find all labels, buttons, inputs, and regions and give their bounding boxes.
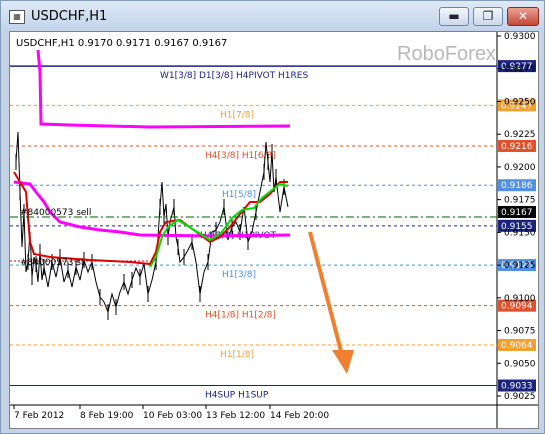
x-tick-label: 10 Feb 03:00 (143, 411, 202, 421)
level-label: H1[3/8] (222, 270, 256, 280)
current-price-value: 0.9167 (501, 208, 533, 218)
chart-canvas[interactable]: USDCHF,H1 0.9170 0.9171 0.9167 0.9167 Ro… (9, 31, 539, 429)
y-tick-label: 0.9100 (504, 294, 536, 304)
y-tick-label: 0.9300 (504, 32, 536, 42)
y-tick-label: 0.9150 (504, 228, 536, 238)
level-price-label: 0.9033 (501, 382, 533, 392)
x-tick-label: 8 Feb 19:00 (80, 411, 134, 421)
stop-loss-label: #84000573 sl (20, 258, 83, 268)
y-tick-label: 0.9200 (504, 163, 536, 173)
level-price-label: 0.9216 (501, 142, 533, 152)
y-tick-label: 0.9275 (504, 65, 536, 75)
level-price-label: 0.9186 (501, 181, 533, 191)
y-tick-label: 0.9225 (504, 130, 536, 140)
sell-order-label: #84000573 sell (20, 208, 91, 218)
chart-window: ▦ USDCHF,H1 ▬ ❐ ✕ USDCHF,H1 0.9170 0.917… (0, 0, 545, 434)
y-tick-label: 0.9175 (504, 196, 536, 206)
level-label: H4SUP H1SUP (205, 391, 269, 401)
x-axis-ticks: 7 Feb 2012 8 Feb 19:00 10 Feb 03:00 13 Feb … (13, 405, 329, 421)
close-button[interactable]: ✕ (507, 7, 539, 26)
restore-button[interactable]: ❐ (473, 7, 503, 26)
level-label: H1[5/8] (222, 190, 256, 200)
y-tick-label: 0.9125 (504, 261, 536, 271)
y-tick-label: 0.9050 (504, 359, 536, 369)
window-title: USDCHF,H1 (31, 9, 108, 24)
minimize-button[interactable]: ▬ (439, 7, 469, 26)
title-bar[interactable]: ▦ USDCHF,H1 ▬ ❐ ✕ (1, 1, 544, 31)
y-tick-label: 0.9025 (504, 392, 536, 402)
x-tick-label: 7 Feb 2012 (14, 411, 64, 421)
x-tick-label: 14 Feb 20:00 (270, 411, 329, 421)
level-label: H1[1/8] (220, 350, 254, 360)
x-tick-label: 13 Feb 12:00 (206, 411, 265, 421)
level-label: H1[7/8] (220, 110, 254, 120)
forecast-arrow (308, 231, 354, 374)
watermark: RoboForex (397, 43, 496, 65)
levels-layer: W1[3/8] D1[3/8] H4PIVOT H1RES0.9277H1[7/… (10, 60, 536, 401)
price-chart[interactable]: USDCHF,H1 0.9170 0.9171 0.9167 0.9167 Ro… (10, 32, 538, 428)
level-label: W1[3/8] D1[3/8] H4PIVOT H1RES (160, 71, 308, 81)
y-tick-label: 0.9250 (504, 97, 536, 107)
symbol-info: USDCHF,H1 0.9170 0.9171 0.9167 0.9167 (16, 38, 227, 49)
level-label: H4[1/8] H1[2/8] (205, 311, 276, 321)
y-tick-label: 0.9075 (504, 327, 536, 337)
chart-window-icon: ▦ (9, 10, 25, 24)
level-price-label: 0.9064 (501, 341, 533, 351)
